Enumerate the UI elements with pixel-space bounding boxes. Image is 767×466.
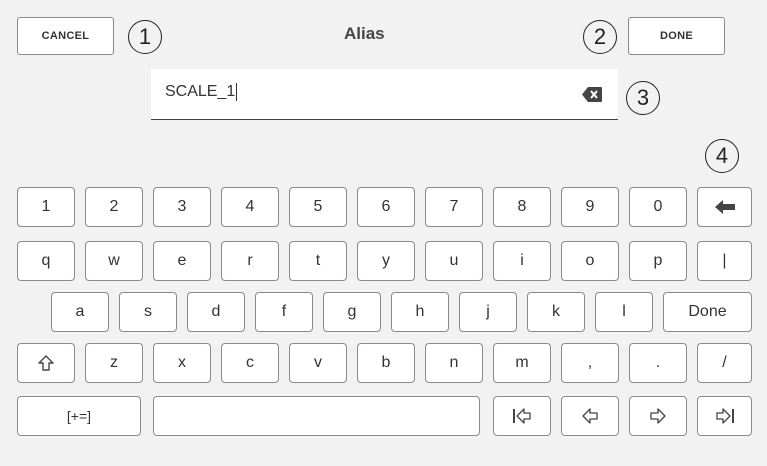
key-v[interactable]: v — [289, 343, 347, 383]
key-i[interactable]: i — [493, 241, 551, 281]
key-x[interactable]: x — [153, 343, 211, 383]
key-f[interactable]: f — [255, 292, 313, 332]
key-h[interactable]: h — [391, 292, 449, 332]
arrow-left-icon — [714, 200, 735, 214]
cursor-end-icon — [715, 407, 735, 425]
key-pipe[interactable]: | — [697, 241, 752, 281]
key-t[interactable]: t — [289, 241, 347, 281]
key-p[interactable]: p — [629, 241, 687, 281]
key-w[interactable]: w — [85, 241, 143, 281]
key-2[interactable]: 2 — [85, 187, 143, 227]
key-comma[interactable]: , — [561, 343, 619, 383]
alias-input[interactable]: SCALE_1 — [151, 69, 618, 120]
key-6[interactable]: 6 — [357, 187, 415, 227]
key-l[interactable]: l — [595, 292, 653, 332]
key-b[interactable]: b — [357, 343, 415, 383]
backspace-clear-icon[interactable] — [582, 87, 602, 102]
key-o[interactable]: o — [561, 241, 619, 281]
backspace-key[interactable] — [697, 187, 752, 227]
key-c[interactable]: c — [221, 343, 279, 383]
key-period[interactable]: . — [629, 343, 687, 383]
cursor-home-icon — [512, 407, 532, 425]
key-slash[interactable]: / — [697, 343, 752, 383]
key-9[interactable]: 9 — [561, 187, 619, 227]
key-m[interactable]: m — [493, 343, 551, 383]
symbols-key[interactable]: [+=] — [17, 396, 141, 436]
done-button[interactable]: DONE — [628, 17, 725, 55]
key-s[interactable]: s — [119, 292, 177, 332]
shift-up-icon — [38, 355, 54, 371]
key-0[interactable]: 0 — [629, 187, 687, 227]
space-key[interactable] — [153, 396, 480, 436]
cursor-end-key[interactable] — [697, 396, 752, 436]
callout-4: 4 — [705, 139, 739, 173]
key-q[interactable]: q — [17, 241, 75, 281]
key-z[interactable]: z — [85, 343, 143, 383]
page-title: Alias — [344, 24, 385, 43]
key-d[interactable]: d — [187, 292, 245, 332]
key-k[interactable]: k — [527, 292, 585, 332]
key-4[interactable]: 4 — [221, 187, 279, 227]
key-y[interactable]: y — [357, 241, 415, 281]
key-a[interactable]: a — [51, 292, 109, 332]
cursor-left-key[interactable] — [561, 396, 619, 436]
cursor-right-key[interactable] — [629, 396, 687, 436]
key-n[interactable]: n — [425, 343, 483, 383]
callout-1: 1 — [128, 20, 162, 54]
key-3[interactable]: 3 — [153, 187, 211, 227]
key-8[interactable]: 8 — [493, 187, 551, 227]
cursor-home-key[interactable] — [493, 396, 551, 436]
key-g[interactable]: g — [323, 292, 381, 332]
key-5[interactable]: 5 — [289, 187, 347, 227]
done-key[interactable]: Done — [663, 292, 752, 332]
key-1[interactable]: 1 — [17, 187, 75, 227]
callout-3: 3 — [626, 81, 660, 115]
key-7[interactable]: 7 — [425, 187, 483, 227]
key-u[interactable]: u — [425, 241, 483, 281]
shift-key[interactable] — [17, 343, 75, 383]
alias-input-text: SCALE_1 — [165, 83, 238, 101]
key-j[interactable]: j — [459, 292, 517, 332]
key-e[interactable]: e — [153, 241, 211, 281]
key-r[interactable]: r — [221, 241, 279, 281]
cancel-button[interactable]: CANCEL — [17, 17, 114, 55]
callout-2: 2 — [583, 20, 617, 54]
cursor-right-icon — [649, 408, 667, 424]
cursor-left-icon — [581, 408, 599, 424]
